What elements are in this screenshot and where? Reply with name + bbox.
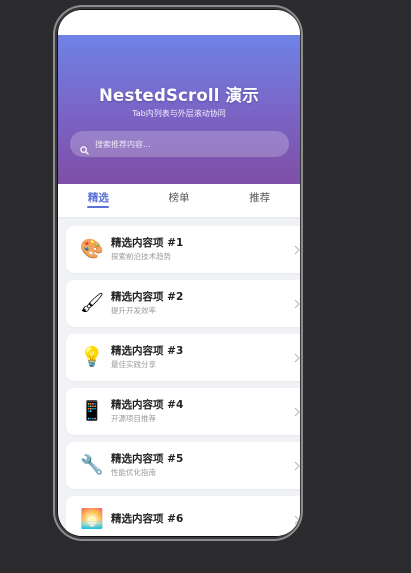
- search-input[interactable]: [95, 139, 255, 149]
- tab-bar: 精选 榜单 推荐: [58, 184, 300, 217]
- wrench-icon: 🔧: [80, 454, 104, 476]
- list-item-title: 精选内容项 #1: [111, 237, 184, 249]
- list-item-title: 精选内容项 #2: [111, 291, 184, 303]
- tab-featured[interactable]: 精选: [58, 184, 139, 217]
- status-bar: [58, 10, 300, 35]
- chevron-right-icon: [294, 515, 300, 524]
- list-item-subtitle: 探索前沿技术趋势: [111, 252, 171, 261]
- header-banner: NestedScroll 演示 Tab内列表与外层滚动协同: [58, 35, 300, 184]
- list-item[interactable]: 🌅 精选内容项 #6: [66, 496, 300, 536]
- chevron-right-icon: [294, 245, 300, 254]
- chevron-right-icon: [294, 299, 300, 308]
- tab-rankings[interactable]: 榜单: [139, 184, 220, 217]
- page-title: NestedScroll 演示: [99, 86, 259, 105]
- phone-icon: 📱: [80, 400, 104, 422]
- sunrise-icon: 🌅: [80, 508, 104, 530]
- list-item-subtitle: 最佳实践分享: [111, 360, 156, 369]
- list-item[interactable]: 📱 精选内容项 #4 开源项目推荐: [66, 388, 300, 435]
- list-item-title: 精选内容项 #4: [111, 399, 184, 411]
- palette-icon: 🎨: [80, 238, 104, 260]
- tab-indicator: [87, 206, 109, 208]
- list-item[interactable]: 🖌 精选内容项 #2 提升开发效率: [66, 280, 300, 327]
- list-item-subtitle: 性能优化指南: [111, 468, 156, 477]
- app-screen: NestedScroll 演示 Tab内列表与外层滚动协同 精选 榜单 推荐 🎨…: [58, 10, 300, 536]
- list-item-title: 精选内容项 #3: [111, 345, 184, 357]
- list-item-title: 精选内容项 #6: [111, 512, 184, 525]
- list-item[interactable]: 🎨 精选内容项 #1 探索前沿技术趋势: [66, 226, 300, 273]
- paintbrush-icon: 🖌: [79, 292, 105, 314]
- tab-recommended[interactable]: 推荐: [219, 184, 300, 217]
- chevron-right-icon: [294, 461, 300, 470]
- list-item-title: 精选内容项 #5: [111, 453, 184, 465]
- search-bar[interactable]: [70, 131, 289, 157]
- chevron-right-icon: [294, 407, 300, 416]
- list-item[interactable]: 💡 精选内容项 #3 最佳实践分享: [66, 334, 300, 381]
- list-item[interactable]: 🔧 精选内容项 #5 性能优化指南: [66, 442, 300, 489]
- chevron-right-icon: [294, 353, 300, 362]
- lightbulb-icon: 💡: [80, 346, 104, 368]
- search-icon: [80, 140, 89, 155]
- page-subtitle: Tab内列表与外层滚动协同: [132, 109, 226, 118]
- list-item-subtitle: 开源项目推荐: [111, 414, 156, 423]
- list-item-subtitle: 提升开发效率: [111, 306, 156, 315]
- content-list: 🎨 精选内容项 #1 探索前沿技术趋势 🖌 精选内容项 #2 提升开发效率 💡 …: [58, 217, 300, 536]
